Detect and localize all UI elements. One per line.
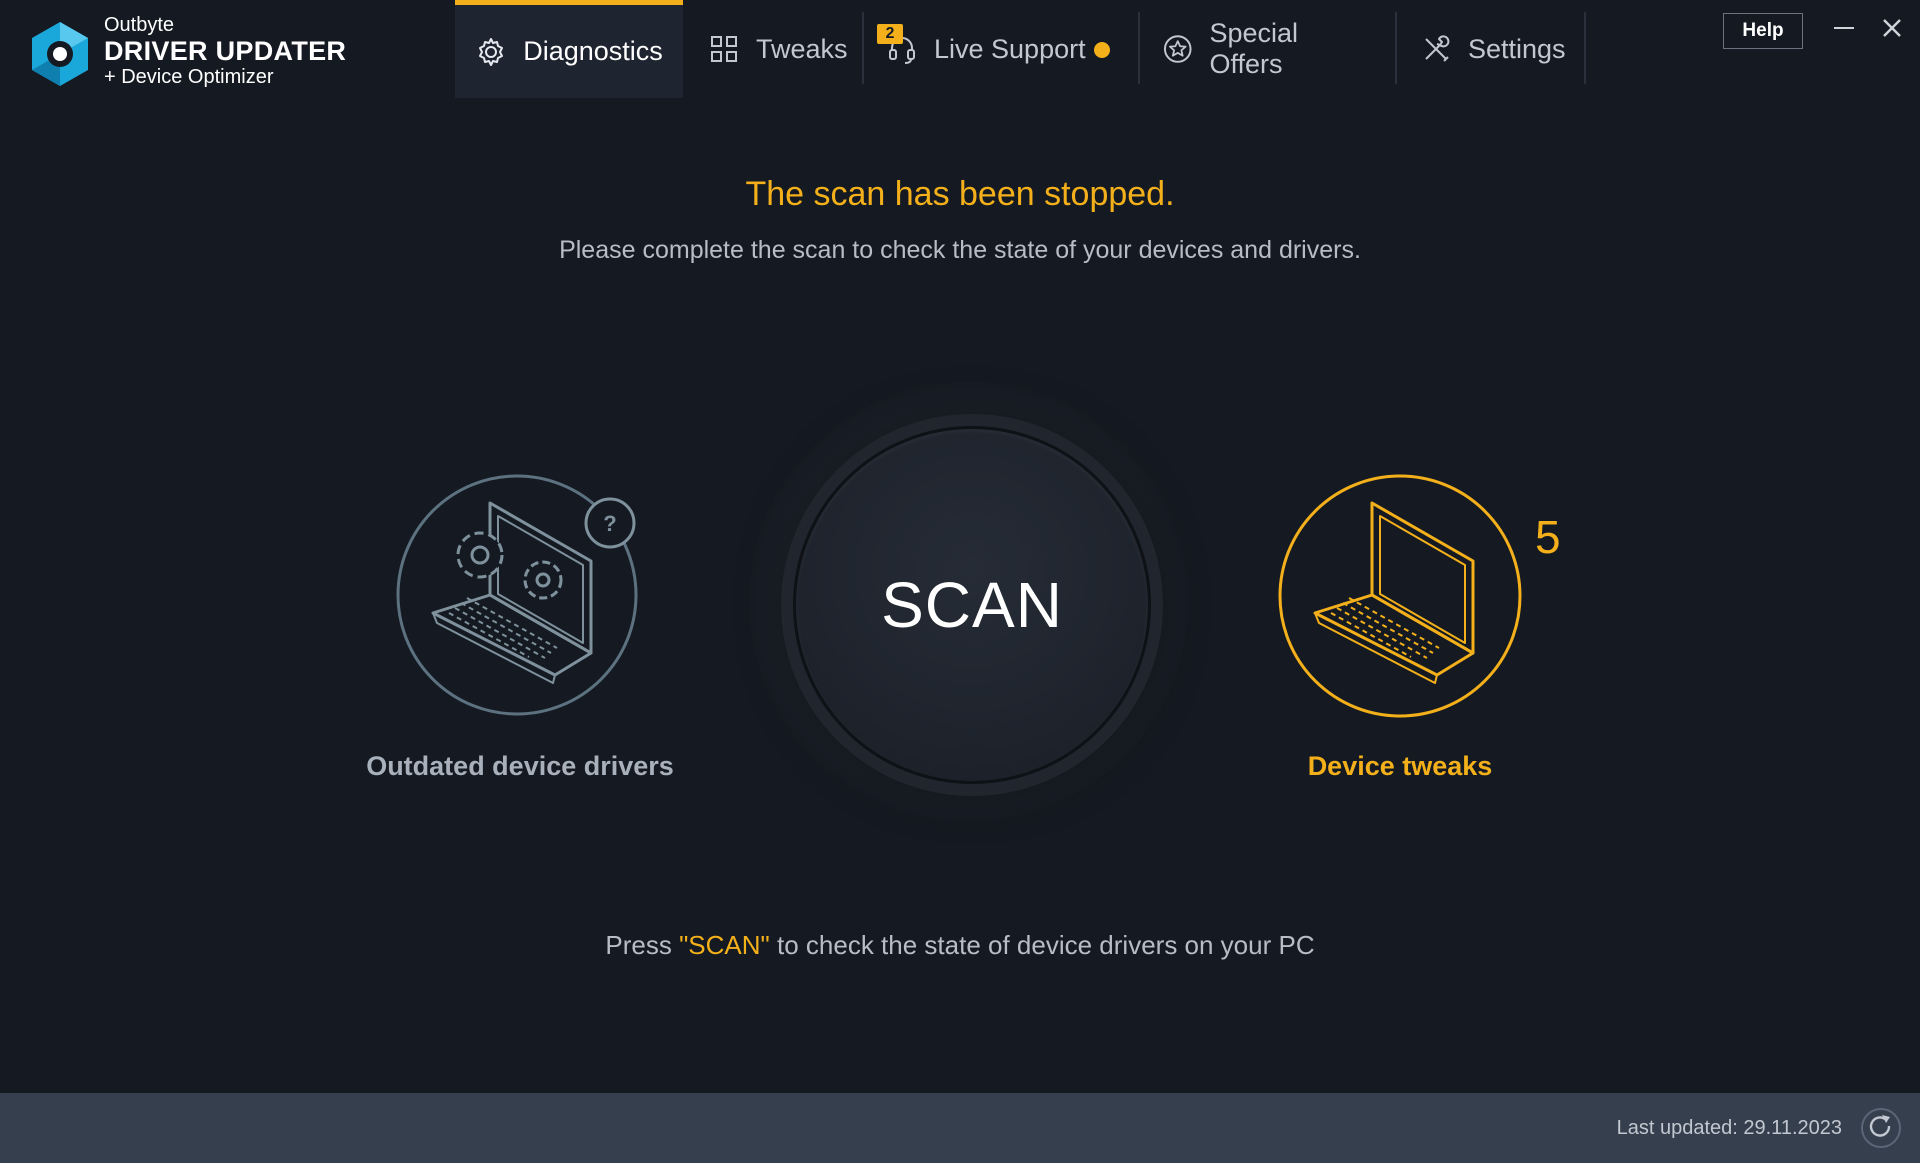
scan-hint-after: to check the state of device drivers on … <box>769 930 1315 960</box>
tab-label: Special Offers <box>1209 18 1299 79</box>
close-icon[interactable] <box>1878 14 1906 42</box>
tab-label: Settings <box>1468 33 1566 64</box>
device-tweaks-label[interactable]: Device tweaks <box>1230 751 1570 782</box>
scan-status-subtitle: Please complete the scan to check the st… <box>559 236 1361 264</box>
minimize-icon[interactable] <box>1830 14 1858 42</box>
question-badge-text: ? <box>603 511 616 536</box>
brand-subtitle: + Device Optimizer <box>104 66 274 88</box>
tab-label: Tweaks <box>756 33 848 64</box>
tab-diagnostics[interactable]: Diagnostics <box>455 0 683 98</box>
scan-area: SCAN <box>749 382 1189 822</box>
scan-hint-highlight: "SCAN" <box>679 930 770 960</box>
scan-hint-before: Press <box>605 930 680 960</box>
last-updated-text: Last updated: 29.11.2023 <box>1616 1117 1842 1139</box>
scan-button[interactable]: SCAN <box>793 426 1151 784</box>
tab-divider <box>1584 12 1586 84</box>
tab-label: Live Support <box>934 33 1086 64</box>
scan-hint: Press "SCAN" to check the state of devic… <box>0 930 1920 961</box>
device-tweaks-icon[interactable] <box>1277 473 1523 719</box>
brand-product: DRIVER UPDATER <box>104 36 347 66</box>
tab-tweaks[interactable]: Tweaks <box>708 0 858 98</box>
tab-label: Diagnostics <box>523 36 663 66</box>
online-status-dot <box>1094 42 1110 58</box>
help-button[interactable]: Help <box>1723 13 1803 49</box>
gear-icon <box>479 37 504 66</box>
wrench-screwdriver-icon <box>1425 35 1450 62</box>
tab-divider <box>862 12 864 84</box>
tab-settings[interactable]: Settings <box>1420 0 1582 98</box>
notification-badge: 2 <box>877 24 903 44</box>
device-tweaks-count: 5 <box>1535 511 1561 563</box>
status-bar: Last updated: 29.11.2023 <box>0 1093 1920 1163</box>
app-window: Outbyte DRIVER UPDATER + Device Optimize… <box>0 0 1920 1163</box>
brand-company: Outbyte <box>104 14 175 36</box>
brand-name: Outbyte DRIVER UPDATER + Device Optimize… <box>104 14 346 88</box>
grid-icon <box>711 36 737 62</box>
outdated-drivers-label: Outdated device drivers <box>366 751 674 781</box>
tab-live-support[interactable]: Live Support <box>886 0 1126 98</box>
tab-divider <box>1138 12 1140 84</box>
star-badge-icon <box>1163 35 1192 63</box>
tab-special-offers[interactable]: Special Offers <box>1162 0 1376 98</box>
app-logo-icon <box>32 22 88 86</box>
question-badge-icon: ? <box>584 497 636 549</box>
top-bar: Outbyte DRIVER UPDATER + Device Optimize… <box>0 0 1920 98</box>
scan-status-title: The scan has been stopped. <box>745 175 1175 213</box>
tab-divider <box>1395 12 1397 84</box>
refresh-icon[interactable] <box>1860 1107 1902 1149</box>
